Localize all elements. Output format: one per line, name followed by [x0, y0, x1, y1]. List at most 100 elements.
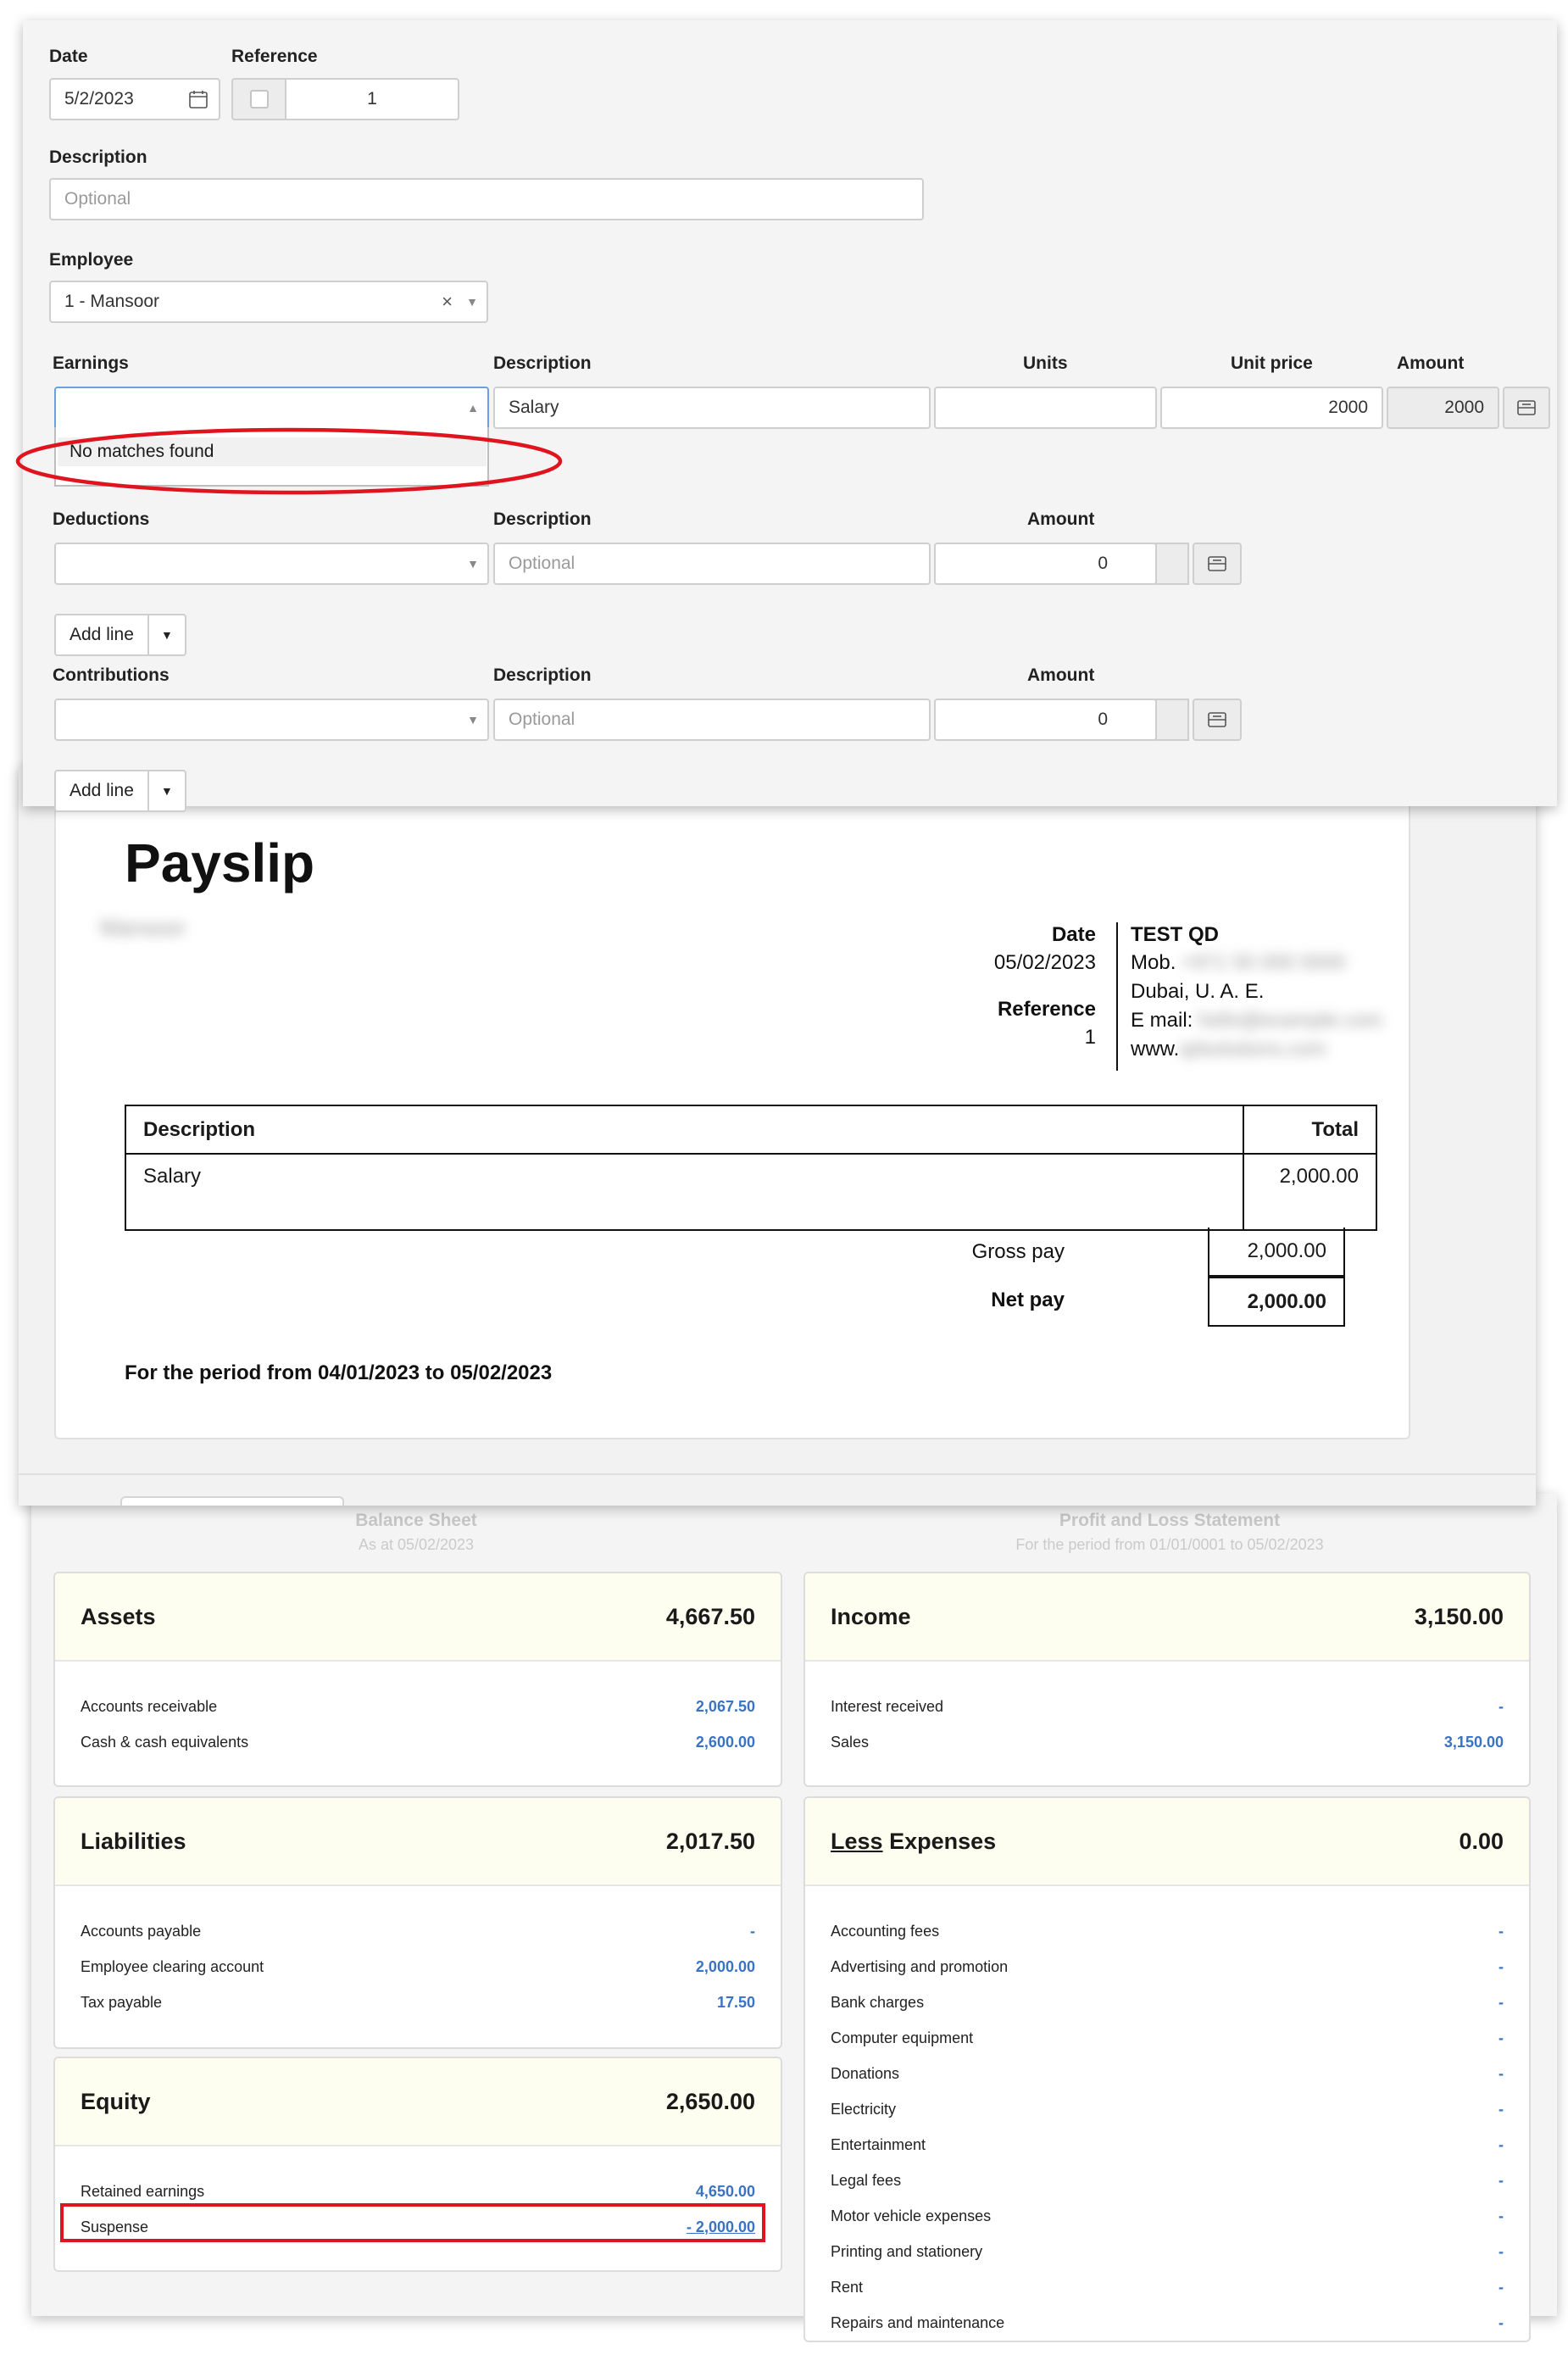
payslip-title: Payslip: [125, 832, 315, 894]
expenses-title: Expenses: [889, 1828, 997, 1854]
expenses-card: Less Expenses 0.00 Accounting fees - Adve…: [803, 1796, 1531, 2342]
equity-total: 2,650.00: [665, 2088, 755, 2114]
equity-title: Equity: [81, 2088, 151, 2114]
income-header: Income 3,150.00: [805, 1573, 1529, 1662]
date-field[interactable]: 5/2/2023: [49, 78, 220, 120]
equity-header: Equity 2,650.00: [55, 2058, 781, 2146]
contributions-amount-header: Amount: [1027, 665, 1095, 685]
list-item: Advertising and promotion -: [831, 1957, 1504, 1975]
balance-sheet-subtitle: As at 05/02/2023: [358, 1536, 475, 1553]
calendar-icon[interactable]: [188, 89, 209, 109]
balance-sheet-title[interactable]: Balance Sheet: [31, 1511, 801, 1531]
list-item: Computer equipment -: [831, 2029, 1504, 2046]
payslip-date-value: 05/02/2023: [993, 951, 1096, 974]
income-card: Income 3,150.00 Interest received - Sales…: [803, 1572, 1531, 1787]
list-item: Motor vehicle expenses -: [831, 2207, 1504, 2224]
deductions-amount-input[interactable]: 0: [934, 543, 1157, 585]
list-item: Legal fees -: [831, 2171, 1504, 2189]
profit-loss-subtitle: For the period from 01/01/0001 to 05/02/…: [1015, 1536, 1324, 1553]
caret-down-icon[interactable]: ▼: [149, 628, 185, 642]
list-item: Accounts receivable 2,067.50: [81, 1697, 755, 1715]
amount-value: 2000: [1444, 398, 1484, 417]
list-item: Printing and stationery -: [831, 2242, 1504, 2260]
employee-select[interactable]: 1 - Mansoor × ▼: [49, 281, 488, 323]
payslip-form-panel: Date 5/2/2023 Reference 1 Description Op…: [15, 20, 1557, 812]
table-header-total: Total: [1243, 1105, 1377, 1155]
company-mob: Mob. +971 50 000 0000: [1131, 951, 1346, 974]
caret-down-icon[interactable]: ▼: [149, 784, 185, 798]
profit-loss-title[interactable]: Profit and Loss Statement: [788, 1511, 1551, 1531]
line-options-button[interactable]: [1503, 387, 1550, 429]
contributions-amount-input[interactable]: 0: [934, 699, 1157, 741]
assets-title: Assets: [81, 1603, 156, 1629]
units-input[interactable]: [934, 387, 1157, 429]
list-item: Accounts payable -: [81, 1922, 755, 1940]
contributions-description-header: Description: [493, 665, 592, 685]
deductions-add-line-button[interactable]: Add line ▼: [54, 614, 186, 656]
contributions-add-line-button[interactable]: Add line ▼: [54, 770, 186, 812]
earnings-description-header: Description: [493, 354, 592, 373]
clear-icon[interactable]: ×: [442, 291, 453, 313]
expenses-title-prefix: Less: [831, 1828, 883, 1854]
list-item: Entertainment -: [831, 2135, 1504, 2153]
payslip-document: Payslip Mansoor Date 05/02/2023 Referenc…: [54, 765, 1410, 1439]
deductions-line-options-button[interactable]: [1193, 543, 1242, 585]
deductions-description-input[interactable]: Optional: [493, 543, 931, 585]
table-row: Salary 2,000.00: [125, 1153, 1377, 1231]
reference-checkbox[interactable]: [249, 90, 269, 109]
row-icon: [1517, 400, 1536, 415]
deductions-description-header: Description: [493, 509, 592, 529]
date-label: Date: [49, 47, 88, 66]
footer-divider: [19, 1473, 1536, 1475]
amount-header: Amount: [1397, 354, 1465, 373]
contributions-description-input[interactable]: Optional: [493, 699, 931, 741]
chevron-down-icon[interactable]: ▼: [467, 557, 479, 571]
chevron-down-icon[interactable]: ▼: [466, 295, 478, 309]
liabilities-card: Liabilities 2,017.50 Accounts payable - E…: [53, 1796, 782, 2049]
deductions-select[interactable]: ▼: [54, 543, 489, 585]
liabilities-header: Liabilities 2,017.50: [55, 1798, 781, 1886]
footer-input[interactable]: [120, 1496, 344, 1506]
contributions-select[interactable]: ▼: [54, 699, 489, 741]
summary-panel: Balance Sheet As at 05/02/2023 Profit an…: [31, 1494, 1557, 2342]
payslip-reference-value: 1: [1084, 1026, 1096, 1049]
chevron-up-icon[interactable]: ▲: [467, 401, 479, 415]
payslip-lines-table: Description Total Salary 2,000.00: [125, 1105, 1377, 1231]
assets-header: Assets 4,667.50: [55, 1573, 781, 1662]
date-value: 5/2/2023: [64, 89, 134, 109]
description-label: Description: [49, 148, 147, 167]
list-item: Interest received -: [831, 1697, 1504, 1715]
employee-label: Employee: [49, 250, 134, 270]
period-text: For the period from 04/01/2023 to 05/02/…: [125, 1361, 553, 1384]
list-item: Rent -: [831, 2278, 1504, 2296]
company-website: www.qdsolutions.com: [1131, 1038, 1326, 1061]
deductions-amount-addon: [1155, 543, 1189, 585]
description-input[interactable]: Optional: [49, 178, 924, 220]
earnings-description-value: Salary: [509, 398, 559, 417]
earnings-header: Earnings: [53, 354, 129, 373]
contributions-line-options-button[interactable]: [1193, 699, 1242, 741]
suspense-highlight-box: [60, 2203, 765, 2242]
company-name: TEST QD: [1131, 923, 1220, 946]
contributions-amount-addon: [1155, 699, 1189, 741]
table-header-description: Description: [125, 1105, 1244, 1155]
list-item: Bank charges -: [831, 1993, 1504, 2011]
list-item: Cash & cash equivalents 2,600.00: [81, 1733, 755, 1751]
assets-card: Assets 4,667.50 Accounts receivable 2,067…: [53, 1572, 782, 1787]
row-icon: [1208, 556, 1226, 571]
reference-label: Reference: [231, 47, 318, 66]
reference-field[interactable]: 1: [285, 78, 459, 120]
list-item: Donations -: [831, 2064, 1504, 2082]
unit-price-input[interactable]: 2000: [1160, 387, 1383, 429]
gross-pay-label: Gross pay: [971, 1240, 1065, 1263]
expenses-header: Less Expenses 0.00: [805, 1798, 1529, 1886]
contributions-header: Contributions: [53, 665, 170, 685]
contributions-amount-value: 0: [1098, 710, 1108, 729]
payslip-date-label: Date: [1051, 923, 1096, 946]
list-item: Electricity -: [831, 2100, 1504, 2118]
add-line-label: Add line: [56, 771, 149, 810]
reference-checkbox-cell[interactable]: [231, 78, 286, 120]
chevron-down-icon[interactable]: ▼: [467, 713, 479, 727]
company-email: E mail: hello@example.com: [1131, 1009, 1383, 1032]
unit-price-value: 2000: [1328, 398, 1368, 417]
